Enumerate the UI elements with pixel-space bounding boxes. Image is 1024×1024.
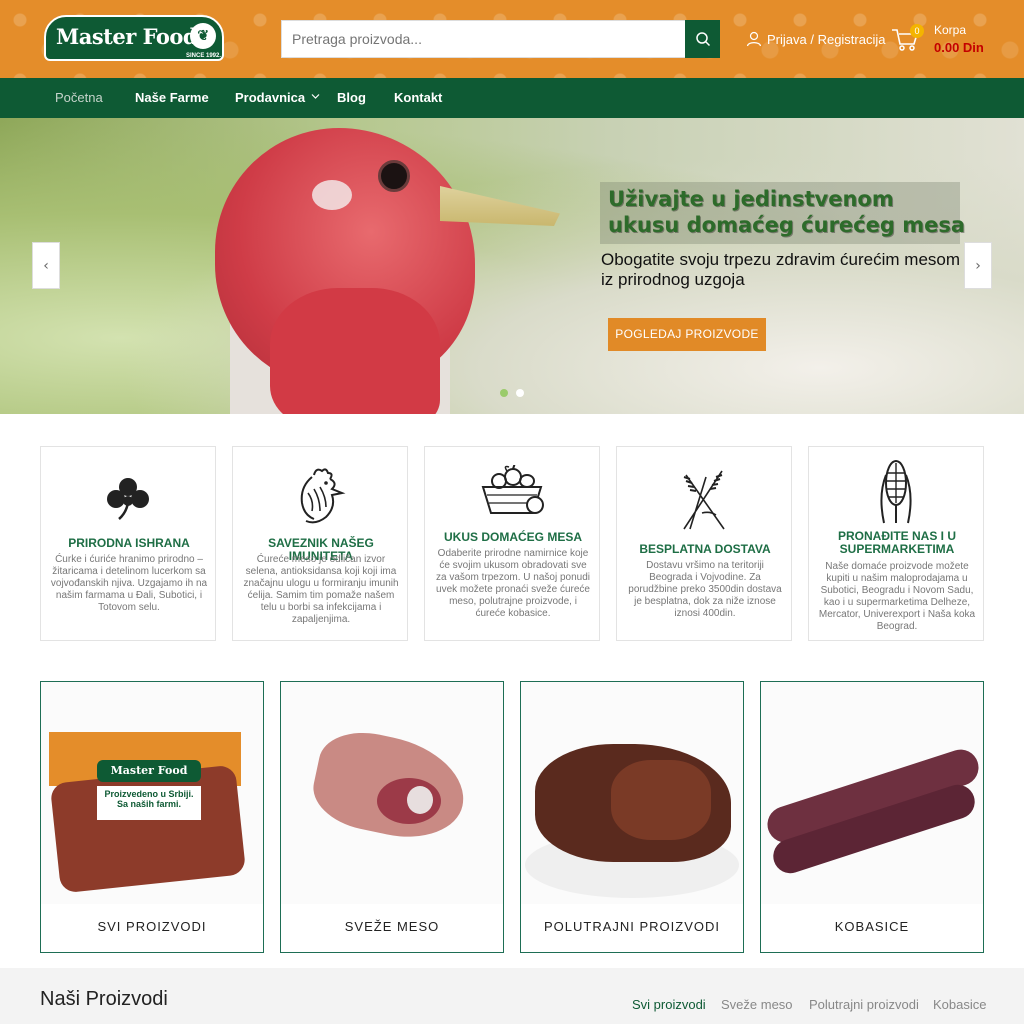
turkey-wattle [270,288,440,414]
logo-tagline: SINCE 1992. [186,53,222,59]
feature-card: UKUS DOMAĆEG MESA Odaberite prirodne nam… [424,446,600,641]
package-tag-line1: Proizvedeno u Srbiji. [104,789,194,799]
food-basket-icon [425,465,599,519]
main-nav: Početna Naše Farme Prodavnica Blog Konta… [0,78,1024,118]
cart-label[interactable]: Korpa [934,23,966,37]
search-button[interactable] [685,20,720,58]
feature-text: Odaberite prirodne namirnice koje će svo… [436,548,590,619]
nav-shop[interactable]: Prodavnica [235,78,320,118]
view-products-button[interactable]: POGLEDAJ PROIZVODE [608,318,766,351]
feature-text: Ćureće meso je odličan izvor selena, ant… [243,554,399,625]
search-icon [695,32,710,47]
smoked-meat-shape [49,764,247,894]
category-label: POLUTRAJNI PROIZVODI [543,919,721,934]
feature-text: Naše domaće proizvode možete kupiti u na… [818,561,976,632]
package-tag-line2: Sa naših farmi. [116,799,182,809]
nav-home[interactable]: Početna [55,78,103,118]
feature-title: BESPLATNA DOSTAVA [639,542,771,556]
cart-total: 0.00 Din [934,40,984,55]
slider-next-button[interactable]: › [964,242,992,289]
category-image-all: Master Food Proizvedeno u Srbiji. Sa naš… [41,682,263,904]
feature-title: UKUS DOMAĆEG MESA [443,530,582,544]
user-icon [746,31,762,47]
category-image-sausages [761,682,983,904]
bone-shape [407,786,433,814]
category-label: SVI PROIZVODI [97,919,207,934]
nav-shop-label: Prodavnica [235,90,306,105]
leaf-icon: ❦ [190,23,216,49]
category-image-fresh [281,682,503,904]
turkey-face-spot [312,180,352,210]
hero-subtitle: Obogatite svoju trpezu zdravim ćurećim m… [601,250,961,289]
category-image-semi-durable [521,682,743,904]
account-label: Prijava / Registracija [767,31,886,47]
corn-icon [809,455,983,525]
feature-card: BESPLATNA DOSTAVA Dostavu vršimo na teri… [616,446,792,641]
slider-prev-button[interactable]: ‹ [32,242,60,289]
logo-text: Master Food [56,24,198,49]
filter-tab-sausages[interactable]: Kobasice [933,997,986,1012]
clover-icon [41,475,215,521]
search-input[interactable] [281,20,685,58]
ham-highlight [611,760,711,840]
category-card-fresh[interactable]: SVEŽE MESO [280,681,504,953]
hero-title: Uživajte u jedinstvenom ukusu domaćeg ću… [608,187,965,237]
feature-card: PRIRODNA ISHRANA Ćurke i ćuriće hranimo … [40,446,216,641]
turkey-eye [378,160,410,192]
slider-dot-1[interactable] [500,389,508,397]
category-label: SVEŽE MESO [344,919,440,934]
account-link[interactable]: Prijava / Registracija [746,31,886,47]
rooster-icon [233,467,407,527]
filter-tab-fresh[interactable]: Sveže meso [721,997,793,1012]
feature-text: Dostavu vršimo na teritoriji Beograda i … [628,560,782,619]
feature-card: PRONAĐITE NAS I U SUPERMARKETIMA Naše do… [808,446,984,641]
feature-text: Ćurke i ćuriće hranimo prirodno – žitari… [50,554,208,613]
chevron-down-icon [311,94,320,99]
package-tag: Proizvedeno u Srbiji. Sa naših farmi. [97,786,201,820]
cart-count-badge: 0 [910,24,924,38]
category-card-semi-durable[interactable]: POLUTRAJNI PROIZVODI [520,681,744,953]
feature-card: SAVEZNIK NAŠEG IMUNITETA Ćureće meso je … [232,446,408,641]
feature-title: PRONAĐITE NAS I U SUPERMARKETIMA [837,529,956,556]
package-brand: Master Food [97,760,201,782]
filter-tab-semi-durable[interactable]: Polutrajni proizvodi [809,997,919,1012]
nav-blog[interactable]: Blog [337,78,366,118]
slider-dot-2[interactable] [516,389,524,397]
category-card-all[interactable]: Master Food Proizvedeno u Srbiji. Sa naš… [40,681,264,953]
turkey-beak [440,186,560,226]
filter-tab-all[interactable]: Svi proizvodi [632,997,706,1012]
wheat-icon [617,467,791,531]
products-section-title: Naši Proizvodi [40,988,168,1010]
category-card-sausages[interactable]: KOBASICE [760,681,984,953]
category-label: KOBASICE [834,919,910,934]
nav-farms[interactable]: Naše Farme [135,78,209,118]
chevron-left-icon: ‹ [43,257,49,274]
top-header: Master Food ❦ SINCE 1992. Prijava / Regi… [0,0,1024,78]
chevron-right-icon: › [975,257,981,274]
feature-title: PRIRODNA ISHRANA [68,536,190,550]
nav-contact[interactable]: Kontakt [394,78,442,118]
